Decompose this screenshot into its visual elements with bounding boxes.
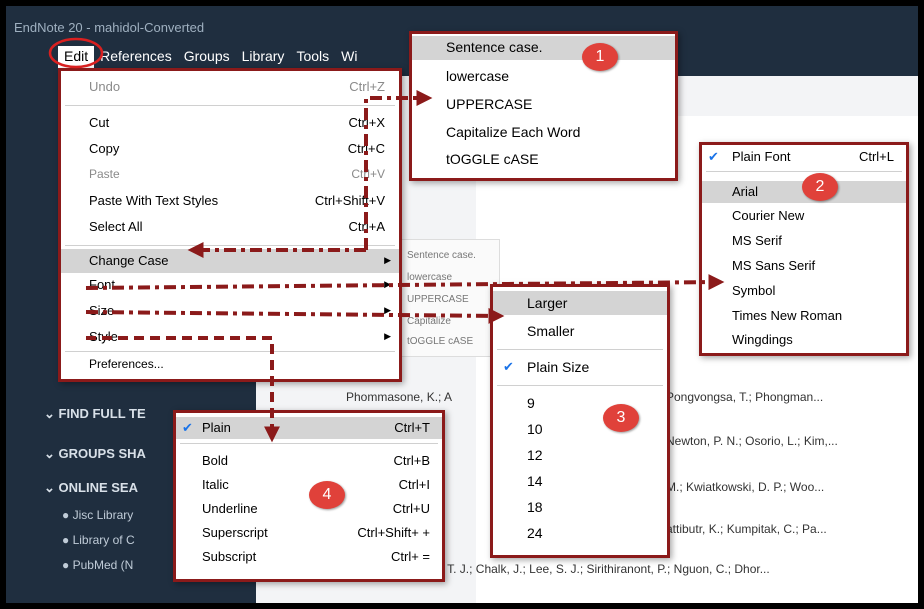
arrow-to-style-menu [86, 336, 280, 443]
arrow-to-font-menu [85, 274, 725, 291]
arrow-to-size-menu [85, 307, 505, 324]
screenshot-frame: EndNote 20 - mahidol-Converted Edit Refe… [6, 6, 918, 603]
annotation-arrows [48, 37, 725, 443]
arrow-to-case-menu [364, 90, 433, 250]
edit-highlight-ellipse [48, 37, 104, 69]
